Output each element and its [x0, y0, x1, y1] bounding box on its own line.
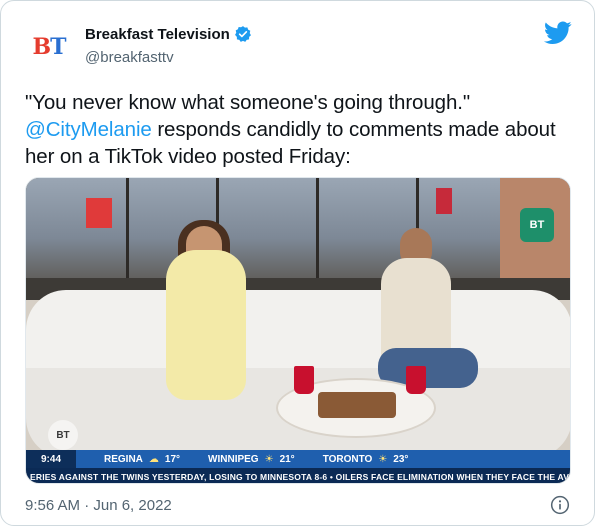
avatar[interactable]: BT [25, 23, 73, 71]
tweet-timestamp[interactable]: 9:56 AM · Jun 6, 2022 [25, 497, 172, 514]
billboard [436, 188, 452, 214]
red-cup [406, 366, 426, 394]
weather-temp: 21° [279, 453, 295, 465]
host-dress [166, 250, 246, 400]
info-icon[interactable] [550, 495, 570, 515]
weather-city: REGINA [104, 453, 143, 465]
red-cup [294, 366, 314, 394]
billboard [86, 198, 112, 228]
verified-badge-icon [234, 26, 251, 42]
weather-temp: 17° [164, 453, 181, 465]
wall-bt-logo: BT [520, 208, 554, 242]
weather-item: WINNIPEG ☀ 21° [208, 454, 295, 465]
author-handle[interactable]: @breakfasttv [85, 49, 252, 66]
weather-city: TORONTO [322, 453, 373, 465]
channel-bug: BT [48, 420, 78, 450]
weather-time: 9:44 [26, 450, 76, 468]
news-ticker: ERIES AGAINST THE TWINS YESTERDAY, LOSIN… [26, 468, 570, 483]
tweet-quote: "You never know what someone's going thr… [25, 91, 471, 114]
breakfast-television-logo: BT [32, 34, 67, 60]
charcuterie-board [318, 392, 396, 418]
window-mullion [316, 178, 319, 288]
twitter-bird-icon[interactable] [544, 21, 572, 45]
author-block: Breakfast Television @breakfasttv [85, 25, 252, 66]
weather-city: WINNIPEG [208, 453, 259, 465]
tweet-text: "You never know what someone's going thr… [25, 89, 565, 170]
video-thumbnail[interactable]: BT BT 9:44 REGINA ☁ 17° WINNIPEG ☀ 21° T… [25, 177, 571, 484]
author-display-name[interactable]: Breakfast Television [85, 26, 230, 43]
author-name-row[interactable]: Breakfast Television [85, 25, 252, 43]
weather-item: REGINA ☁ 17° [104, 454, 180, 465]
weather-item: TORONTO ☀ 23° [323, 454, 409, 465]
window-mullion [126, 178, 129, 288]
mention-link[interactable]: @CityMelanie [25, 118, 152, 141]
sun-cloud-icon: ☀ [378, 453, 388, 465]
sun-cloud-icon: ☀ [264, 453, 274, 465]
weather-temp: 23° [393, 453, 409, 465]
tweet-card: BT Breakfast Television @breakfasttv "Yo… [0, 0, 595, 526]
studio-window-background [26, 178, 570, 288]
cloud-icon: ☁ [148, 453, 159, 465]
weather-bar: 9:44 REGINA ☁ 17° WINNIPEG ☀ 21° TORONTO… [26, 450, 570, 468]
